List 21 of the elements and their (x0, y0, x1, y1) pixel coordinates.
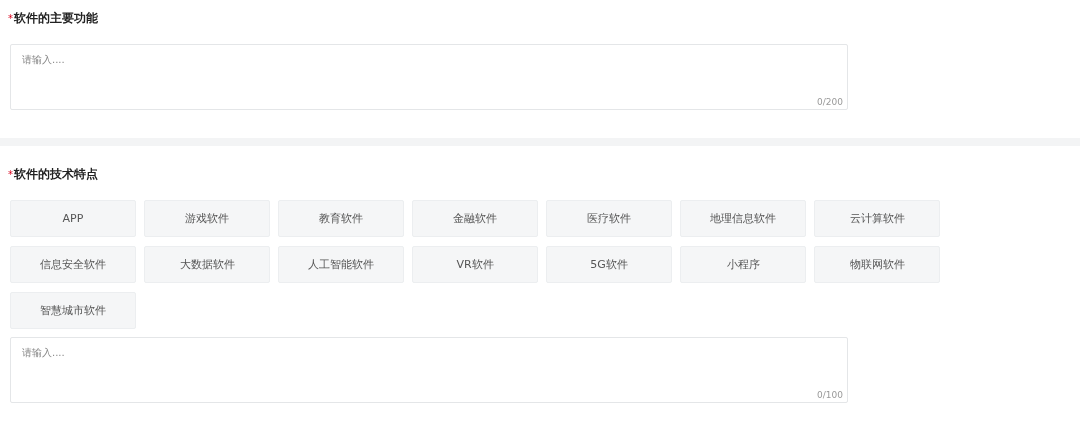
required-mark: * (8, 13, 13, 24)
tag-button[interactable]: 教育软件 (278, 200, 404, 237)
character-counter: 0/200 (817, 97, 843, 107)
tag-button[interactable]: VR软件 (412, 246, 538, 283)
tag-button[interactable]: 医疗软件 (546, 200, 672, 237)
tag-button[interactable]: 金融软件 (412, 200, 538, 237)
tag-button[interactable]: 物联网软件 (814, 246, 940, 283)
tag-button[interactable]: 小程序 (680, 246, 806, 283)
tag-button[interactable]: 人工智能软件 (278, 246, 404, 283)
tag-button[interactable]: 智慧城市软件 (10, 292, 136, 329)
section-title: 软件的技术特点 (14, 166, 98, 183)
section-title: 软件的主要功能 (14, 10, 98, 27)
tag-button[interactable]: APP (10, 200, 136, 237)
tag-button[interactable]: 地理信息软件 (680, 200, 806, 237)
tag-button[interactable]: 信息安全软件 (10, 246, 136, 283)
required-mark: * (8, 169, 13, 180)
tag-button[interactable]: 5G软件 (546, 246, 672, 283)
tag-button[interactable]: 游戏软件 (144, 200, 270, 237)
tag-button[interactable]: 大数据软件 (144, 246, 270, 283)
tag-button[interactable]: 云计算软件 (814, 200, 940, 237)
character-counter: 0/100 (817, 390, 843, 400)
